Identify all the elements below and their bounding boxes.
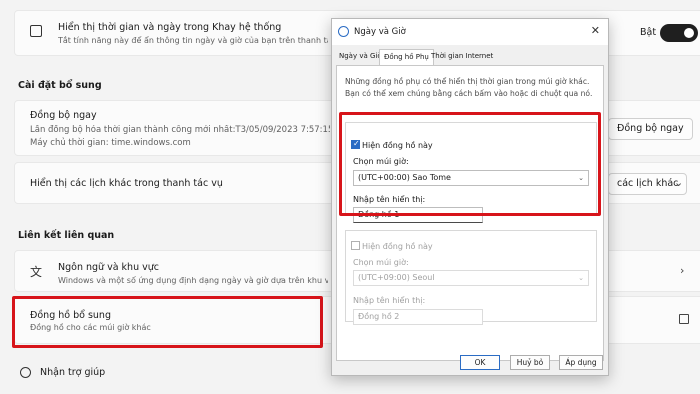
apply-button[interactable]: Áp dụng [559, 355, 603, 370]
time-tray-toggle[interactable] [660, 24, 698, 42]
language-icon: 文 [30, 265, 43, 279]
toggle-label: Bật [640, 27, 657, 38]
panel-description: Những đồng hồ phụ có thể hiển thị thời g… [345, 77, 593, 98]
calendar-row-title: Hiển thị các lịch khác trong thanh tác v… [30, 178, 223, 189]
calendar-clock-icon [30, 25, 42, 37]
section-related-links: Liên kết liên quan [18, 230, 115, 241]
checkbox-unchecked-icon [351, 241, 360, 250]
clock2-timezone-label: Chọn múi giờ: [353, 258, 409, 267]
time-tray-subtitle: Tắt tính năng này để ẩn thông tin ngày v… [58, 36, 328, 45]
open-external-icon [679, 314, 689, 324]
highlight-extra-clocks [12, 296, 323, 348]
dialog-title: Ngày và Giờ [354, 27, 406, 37]
clock2-timezone-select[interactable]: (UTC+09:00) Seoul ⌄ [353, 270, 589, 286]
sync-last-time: Lần đồng bộ hóa thời gian thành công mới… [30, 125, 330, 135]
clock2-timezone-value: (UTC+09:00) Seoul [358, 273, 435, 282]
clock2-checkbox[interactable]: Hiện đồng hồ này [351, 241, 433, 251]
time-tray-title: Hiển thị thời gian và ngày trong Khay hệ… [58, 22, 282, 33]
tab-internet-time[interactable]: Thời gian Internet [427, 49, 497, 65]
tab-additional-clocks[interactable]: Đồng hồ Phụ [379, 49, 434, 66]
chevron-right-icon: › [680, 264, 685, 277]
chevron-down-icon: ⌄ [674, 176, 684, 189]
help-icon [20, 367, 31, 378]
clock2-name-label: Nhập tên hiển thị: [353, 296, 426, 305]
region-row-title: Ngôn ngữ và khu vực [58, 262, 159, 273]
chevron-down-icon: ⌄ [578, 274, 584, 282]
dialog-titlebar: Ngày và Giờ ✕ [332, 19, 608, 45]
sync-now-button[interactable]: Đồng bộ ngay [608, 118, 693, 140]
highlight-clock1 [339, 112, 601, 216]
clock2-checkbox-label: Hiện đồng hồ này [362, 242, 433, 251]
region-row-subtitle: Windows và một số ứng dụng định dạng ngà… [58, 276, 328, 285]
cancel-button[interactable]: Huỷ bỏ [510, 355, 550, 370]
clock2-name-input[interactable]: Đồng hồ 2 [353, 309, 483, 325]
ok-button[interactable]: OK [460, 355, 500, 370]
sync-server: Máy chủ thời gian: time.windows.com [30, 138, 191, 148]
sync-now-title: Đồng bộ ngay [30, 110, 97, 121]
clock-icon [338, 26, 349, 37]
help-link[interactable]: Nhận trợ giúp [40, 367, 105, 378]
close-icon[interactable]: ✕ [591, 24, 600, 37]
section-extra-settings: Cài đặt bổ sung [18, 80, 102, 91]
